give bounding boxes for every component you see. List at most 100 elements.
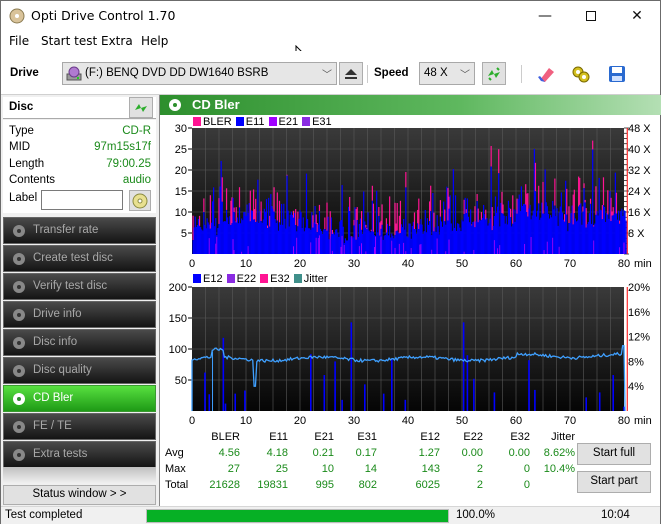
e11-bar	[400, 224, 403, 254]
label-apply-button[interactable]	[129, 190, 151, 211]
e11-bar	[445, 224, 447, 254]
e11-bar	[484, 214, 486, 254]
e11-bar	[366, 229, 368, 254]
e12-bar	[391, 359, 393, 411]
e11-bar	[466, 198, 468, 254]
e11-bar	[573, 213, 575, 254]
e11-bar	[412, 221, 414, 254]
menu-extra[interactable]: Extra	[101, 34, 133, 48]
start-part-button[interactable]: Start part	[577, 471, 651, 493]
disc-refresh-button[interactable]	[129, 97, 153, 118]
stats-header: BLER	[211, 431, 240, 443]
bler-bar	[578, 176, 580, 207]
bler-bar	[252, 189, 255, 220]
e11-bar	[295, 225, 297, 254]
e11-bar	[324, 229, 326, 254]
e11-bar	[416, 233, 418, 254]
nav-create-test-disc[interactable]: Create test disc	[3, 245, 156, 272]
e11-bar	[261, 222, 263, 254]
y2-tick-label: 24 X	[628, 186, 651, 198]
x-tick-label: 10	[240, 258, 252, 270]
e11-bar	[242, 220, 244, 254]
nav-verify-test-disc[interactable]: Verify test disc	[3, 273, 156, 300]
e11-bar	[231, 223, 233, 254]
e21-bar	[296, 237, 298, 254]
bler-bar	[371, 185, 373, 201]
nav-label: Disc info	[33, 336, 78, 348]
e11-bar	[485, 219, 487, 254]
nav-transfer-rate[interactable]: Transfer rate	[3, 217, 156, 244]
e11-bar	[562, 219, 565, 254]
maximize-button[interactable]	[568, 1, 614, 31]
e11-bar	[279, 224, 282, 254]
nav-disc-info[interactable]: Disc info	[3, 329, 156, 356]
e11-bar	[618, 210, 620, 254]
e11-bar	[570, 213, 572, 254]
close-button[interactable]: ✕	[614, 1, 660, 31]
e11-bar	[359, 218, 362, 254]
bler-bar	[366, 227, 368, 230]
save-button[interactable]	[605, 62, 629, 85]
e11-bar	[346, 240, 349, 254]
erase-button[interactable]	[534, 62, 558, 85]
nav-drive-info[interactable]: Drive info	[3, 301, 156, 328]
e11-bar	[424, 209, 426, 254]
bler-bar	[297, 211, 299, 227]
status-window-button[interactable]: Status window > >	[3, 485, 156, 505]
nav-extra-tests[interactable]: Extra tests	[3, 441, 156, 468]
e11-bar	[473, 221, 475, 254]
e21-bar	[340, 246, 342, 254]
nav-fe-te[interactable]: FE / TE	[3, 413, 156, 440]
start-full-button[interactable]: Start full	[577, 443, 651, 465]
e11-bar	[582, 211, 584, 254]
stats-header: Jitter	[551, 431, 575, 443]
x-tick-label: 40	[402, 258, 414, 270]
field-key: Length	[9, 158, 45, 170]
eject-button[interactable]	[339, 62, 363, 85]
e11-bar	[491, 230, 493, 254]
stats-cell: 4.18	[266, 447, 288, 459]
e21-bar	[419, 244, 421, 254]
label-input[interactable]	[41, 190, 123, 210]
e11-bar	[456, 230, 458, 254]
menu-help[interactable]: Help	[141, 34, 168, 48]
e21-bar	[403, 242, 405, 254]
e11-bar	[503, 215, 505, 254]
minimize-button[interactable]: —	[522, 1, 568, 31]
e11-bar	[430, 211, 432, 254]
e11-bar	[248, 203, 250, 254]
e11-bar	[507, 200, 510, 254]
e11-bar	[543, 213, 545, 254]
e11-bar	[277, 230, 279, 254]
field-key: MID	[9, 141, 31, 153]
e11-bar	[551, 217, 553, 254]
bler-bar	[602, 177, 605, 206]
e21-bar	[365, 251, 367, 254]
speed-select[interactable]: 48 X ﹀	[419, 62, 475, 85]
refresh-speed-button[interactable]	[482, 62, 506, 85]
x-tick-label: 50	[456, 258, 468, 270]
nav-disc-quality[interactable]: Disc quality	[3, 357, 156, 384]
nav-cd-bler[interactable]: CD Bler	[3, 385, 156, 412]
e21-bar	[247, 246, 249, 254]
e11-bar	[560, 192, 562, 254]
minimize-icon: —	[538, 8, 552, 24]
e11-bar	[541, 202, 543, 254]
stats-cell: 8.62%	[543, 447, 575, 459]
menu-start-test[interactable]: Start test	[41, 34, 97, 48]
bler-bar	[447, 188, 449, 221]
e11-bar	[600, 210, 602, 254]
e11-bar	[605, 221, 607, 254]
stats-cell: 2	[476, 463, 483, 475]
e11-bar	[621, 208, 623, 254]
bler-bar	[238, 187, 241, 208]
menu-file[interactable]: File	[9, 34, 29, 48]
bler-bar	[198, 215, 201, 226]
e11-bar	[528, 208, 530, 254]
settings-button[interactable]	[569, 62, 593, 85]
e11-bar	[297, 226, 299, 254]
e11-bar	[197, 219, 200, 254]
e11-bar	[489, 218, 491, 254]
nav-spacer	[3, 467, 156, 483]
drive-select[interactable]: (F:) BENQ DVD DD DW1640 BSRB ﹀	[62, 62, 337, 85]
